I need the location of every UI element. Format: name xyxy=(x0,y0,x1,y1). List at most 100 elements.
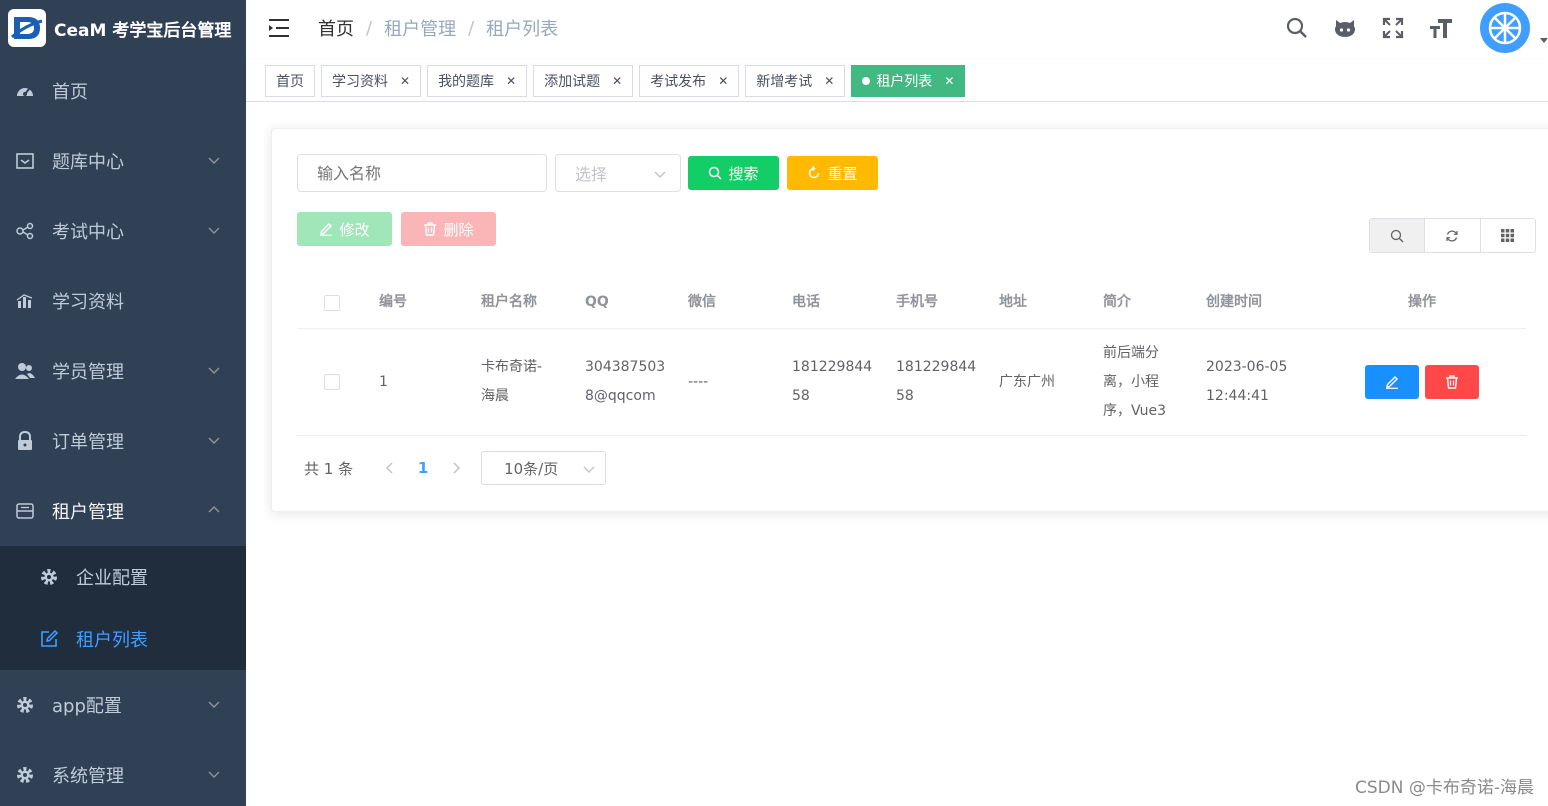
app-title: CeaM 考学宝后台管理 xyxy=(54,20,232,41)
tag-label: 学习资料 xyxy=(332,73,388,90)
font-size-icon[interactable] xyxy=(1428,15,1454,41)
table-toolbar xyxy=(1369,218,1536,253)
sidebar-item-home[interactable]: 首页 xyxy=(0,56,246,126)
sidebar-item-label: 学习资料 xyxy=(52,292,124,313)
sidebar-item-students[interactable]: 学员管理 xyxy=(0,336,246,406)
sidebar-item-question-bank[interactable]: 题库中心 xyxy=(0,126,246,196)
logo[interactable]: CeaM 考学宝后台管理 xyxy=(0,0,246,56)
close-icon[interactable]: ✕ xyxy=(944,74,954,88)
tag-label: 考试发布 xyxy=(650,73,707,90)
cell-line: 58 xyxy=(896,388,914,404)
cell-line: 12:44:41 xyxy=(1206,388,1269,404)
cell-actions xyxy=(1322,365,1522,399)
header-actions xyxy=(1284,0,1548,56)
cell-line: 序，Vue3 xyxy=(1103,402,1167,419)
trash-icon xyxy=(1446,375,1458,389)
app-root: CeaM 考学宝后台管理 首页 题库中心 考试中心 学习资料 学员管理 订单管理… xyxy=(0,0,1548,806)
sidebar-item-label: 租户管理 xyxy=(52,502,124,523)
select-all-checkbox[interactable] xyxy=(324,294,340,311)
sidebar-item-app-config[interactable]: app配置 xyxy=(0,670,246,740)
table-row: 1 卡布奇诺- 海晨 304387503 8@qqcom ---- 181229… xyxy=(297,329,1526,436)
close-icon[interactable]: ✕ xyxy=(718,74,728,88)
reset-button-label: 重置 xyxy=(827,164,858,183)
cell-line: 304387503 xyxy=(585,359,666,375)
name-search-input[interactable] xyxy=(297,154,547,192)
prev-page-button[interactable] xyxy=(375,462,405,474)
select-dropdown[interactable]: 选择 xyxy=(555,154,681,192)
close-icon[interactable]: ✕ xyxy=(612,74,622,88)
logo-icon xyxy=(8,9,46,47)
row-edit-button[interactable] xyxy=(1365,365,1419,399)
sidebar-item-orders[interactable]: 订单管理 xyxy=(0,406,246,476)
sidebar-item-exam[interactable]: 考试中心 xyxy=(0,196,246,266)
sidebar-item-tenants[interactable]: 租户管理 xyxy=(0,476,246,546)
search-button-label: 搜索 xyxy=(728,164,759,183)
reset-button[interactable]: 重置 xyxy=(787,156,878,190)
sidebar-item-label: 订单管理 xyxy=(52,432,124,453)
delete-button[interactable]: 删除 xyxy=(401,212,496,246)
tag-my-bank[interactable]: 我的题库 ✕ xyxy=(427,64,528,97)
chevron-up-icon xyxy=(208,506,220,513)
cell-line: 海晨 xyxy=(481,388,509,404)
page-number[interactable]: 1 xyxy=(405,459,441,477)
refresh-button[interactable] xyxy=(1425,219,1481,252)
column-header: 租户名称 xyxy=(481,294,537,310)
tag-add-question[interactable]: 添加试题 ✕ xyxy=(533,64,634,97)
share-icon xyxy=(14,220,36,242)
edit-icon xyxy=(1386,376,1398,389)
columns-button[interactable] xyxy=(1481,219,1535,252)
breadcrumb-tenants: 租户管理 xyxy=(384,19,457,40)
search-icon xyxy=(708,166,723,180)
cell-id: 1 xyxy=(379,373,388,390)
chevron-down-icon xyxy=(208,701,220,708)
tenant-table: 编号 租户名称 QQ 微信 电话 手机号 地址 简介 创建时间 操作 1 卡布奇… xyxy=(297,277,1526,436)
tag-tenant-list[interactable]: 租户列表 ✕ xyxy=(851,64,966,97)
grid-icon xyxy=(1501,229,1515,242)
cell-line: 离，小程 xyxy=(1103,373,1159,390)
gear-icon xyxy=(38,566,60,588)
breadcrumb-home[interactable]: 首页 xyxy=(318,15,354,41)
sidebar-item-company-config[interactable]: 企业配置 xyxy=(0,546,246,608)
caret-down-icon[interactable] xyxy=(1540,36,1548,44)
refresh-icon xyxy=(1446,229,1459,242)
close-icon[interactable]: ✕ xyxy=(506,74,516,88)
row-checkbox[interactable] xyxy=(324,374,340,390)
avatar[interactable] xyxy=(1480,3,1530,53)
cell-line: 8@qqcom xyxy=(585,388,656,404)
sidebar-item-tenant-list[interactable]: 租户列表 xyxy=(0,608,246,670)
close-icon[interactable]: ✕ xyxy=(824,74,834,88)
cell-line: 181229844 xyxy=(792,359,873,375)
toggle-search-button[interactable] xyxy=(1370,219,1426,252)
tag-study[interactable]: 学习资料 ✕ xyxy=(321,64,422,97)
next-page-button[interactable] xyxy=(441,462,471,474)
gear-icon xyxy=(14,694,36,716)
column-header: 编号 xyxy=(379,294,407,310)
tag-exam-publish[interactable]: 考试发布 ✕ xyxy=(639,64,740,97)
close-icon[interactable]: ✕ xyxy=(400,74,410,88)
page-size-select[interactable]: 10条/页 xyxy=(481,451,607,485)
tag-home[interactable]: 首页 xyxy=(265,64,315,97)
breadcrumb: 首页 / 租户管理 / 租户列表 xyxy=(318,15,558,41)
sidebar-item-label: 考试中心 xyxy=(52,222,124,243)
edit-icon xyxy=(38,628,60,650)
cell-tel: 181229844 58 xyxy=(782,353,886,411)
select-placeholder: 选择 xyxy=(575,165,608,184)
sidebar-item-system[interactable]: 系统管理 xyxy=(0,740,246,806)
github-icon[interactable] xyxy=(1332,15,1358,41)
chevron-down-icon xyxy=(654,171,666,178)
edit-button[interactable]: 修改 xyxy=(297,212,392,246)
search-button[interactable]: 搜索 xyxy=(688,156,779,190)
cell-line: 前后端分 xyxy=(1103,344,1159,361)
storage-icon xyxy=(14,500,36,522)
hamburger-icon[interactable] xyxy=(268,18,290,38)
page-size-value: 10条/页 xyxy=(504,459,559,478)
edit-button-label: 修改 xyxy=(339,220,370,239)
breadcrumb-separator: / xyxy=(366,17,373,39)
sidebar-item-study[interactable]: 学习资料 xyxy=(0,266,246,336)
sidebar-item-label: 系统管理 xyxy=(52,766,124,787)
search-icon[interactable] xyxy=(1284,15,1310,41)
chart-icon xyxy=(14,290,36,312)
row-delete-button[interactable] xyxy=(1425,365,1479,399)
fullscreen-icon[interactable] xyxy=(1380,15,1406,41)
tag-new-exam[interactable]: 新增考试 ✕ xyxy=(745,64,846,97)
